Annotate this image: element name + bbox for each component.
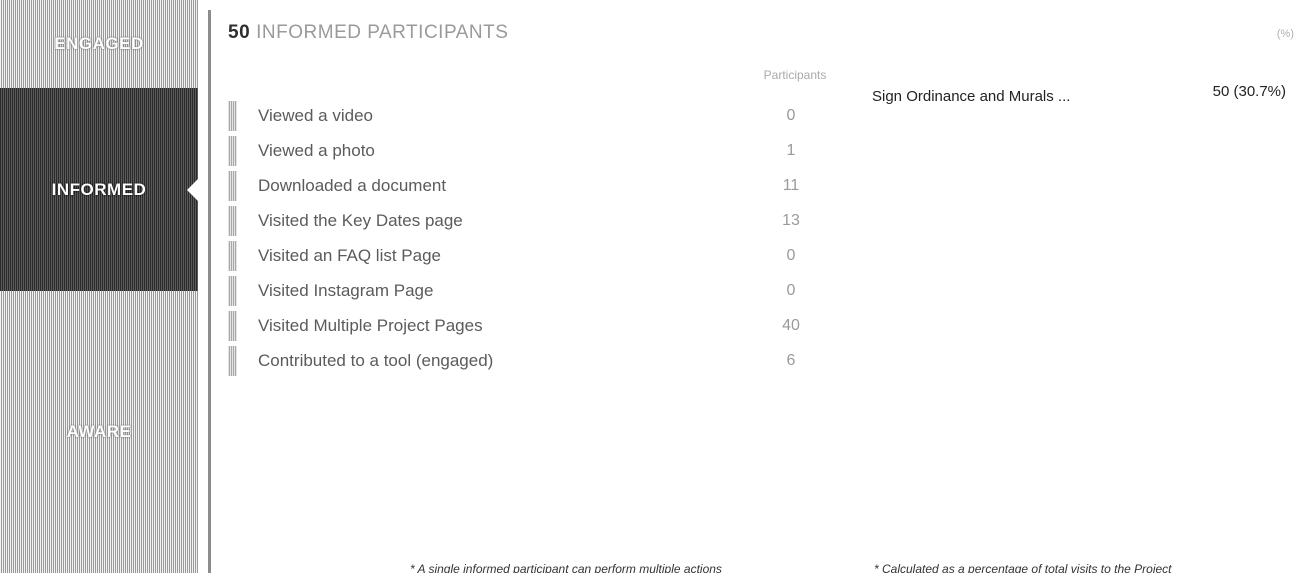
action-row: Visited an FAQ list Page 0 [228, 238, 828, 273]
action-row: Viewed a photo 1 [228, 133, 828, 168]
participants-column-header: Participants [763, 68, 827, 82]
action-row: Viewed a video 0 [228, 98, 828, 133]
action-row: Visited the Key Dates page 13 [228, 203, 828, 238]
page-title-text: INFORMED PARTICIPANTS [256, 22, 509, 43]
row-bar-icon [228, 170, 237, 201]
project-name[interactable]: Sign Ordinance and Murals ... [872, 88, 1070, 105]
funnel-stage-informed[interactable]: INFORMED [0, 88, 199, 291]
action-value: 6 [786, 351, 796, 369]
action-value: 11 [782, 176, 800, 194]
row-bar-icon [228, 205, 237, 236]
action-row: Visited Instagram Page 0 [228, 273, 828, 308]
project-value: 50 (30.7%) [1212, 83, 1286, 100]
selected-stage-pointer-icon [187, 177, 199, 202]
footnote-percentage: * Calculated as a percentage of total vi… [874, 562, 1172, 573]
participant-count: 50 [228, 22, 251, 43]
row-bar-icon [228, 100, 237, 131]
action-row: Downloaded a document 11 [228, 168, 828, 203]
funnel-stage-aware[interactable]: AWARE [0, 291, 198, 573]
percent-hint: (%) [1276, 28, 1294, 40]
footnote-actions: * A single informed participant can perf… [410, 562, 722, 573]
vertical-divider [208, 10, 211, 573]
action-value: 40 [782, 316, 800, 334]
row-bar-icon [228, 240, 237, 271]
action-label: Viewed a photo [258, 140, 375, 160]
action-label: Downloaded a document [258, 175, 447, 195]
action-label: Visited an FAQ list Page [258, 245, 442, 265]
action-label: Visited Multiple Project Pages [258, 315, 483, 335]
row-bar-icon [228, 135, 237, 166]
row-bar-icon [228, 275, 237, 306]
action-value: 1 [786, 141, 796, 159]
action-label: Viewed a video [258, 105, 373, 125]
action-row: Visited Multiple Project Pages 40 [228, 308, 828, 343]
funnel-stage-informed-label: INFORMED [51, 179, 147, 199]
action-value: 0 [786, 281, 796, 299]
funnel-stage-engaged[interactable]: ENGAGED [0, 0, 198, 88]
engagement-funnel: ENGAGED INFORMED AWARE [0, 0, 199, 573]
action-value: 13 [782, 211, 800, 229]
actions-list: Viewed a video 0 Viewed a photo 1 Downlo… [228, 98, 828, 378]
action-value: 0 [786, 246, 796, 264]
funnel-stage-engaged-label: ENGAGED [54, 34, 144, 53]
action-label: Contributed to a tool (engaged) [258, 350, 494, 370]
funnel-stage-aware-label: AWARE [66, 422, 132, 441]
action-label: Visited Instagram Page [258, 280, 434, 300]
page-title: 50 INFORMED PARTICIPANTS [228, 22, 508, 44]
action-label: Visited the Key Dates page [258, 210, 463, 230]
action-row: Contributed to a tool (engaged) 6 [228, 343, 828, 378]
row-bar-icon [228, 310, 237, 341]
informed-participants-panel: ENGAGED INFORMED AWARE 50 INFORMED PARTIC… [0, 0, 1304, 573]
row-bar-icon [228, 345, 237, 376]
action-value: 0 [786, 106, 796, 124]
